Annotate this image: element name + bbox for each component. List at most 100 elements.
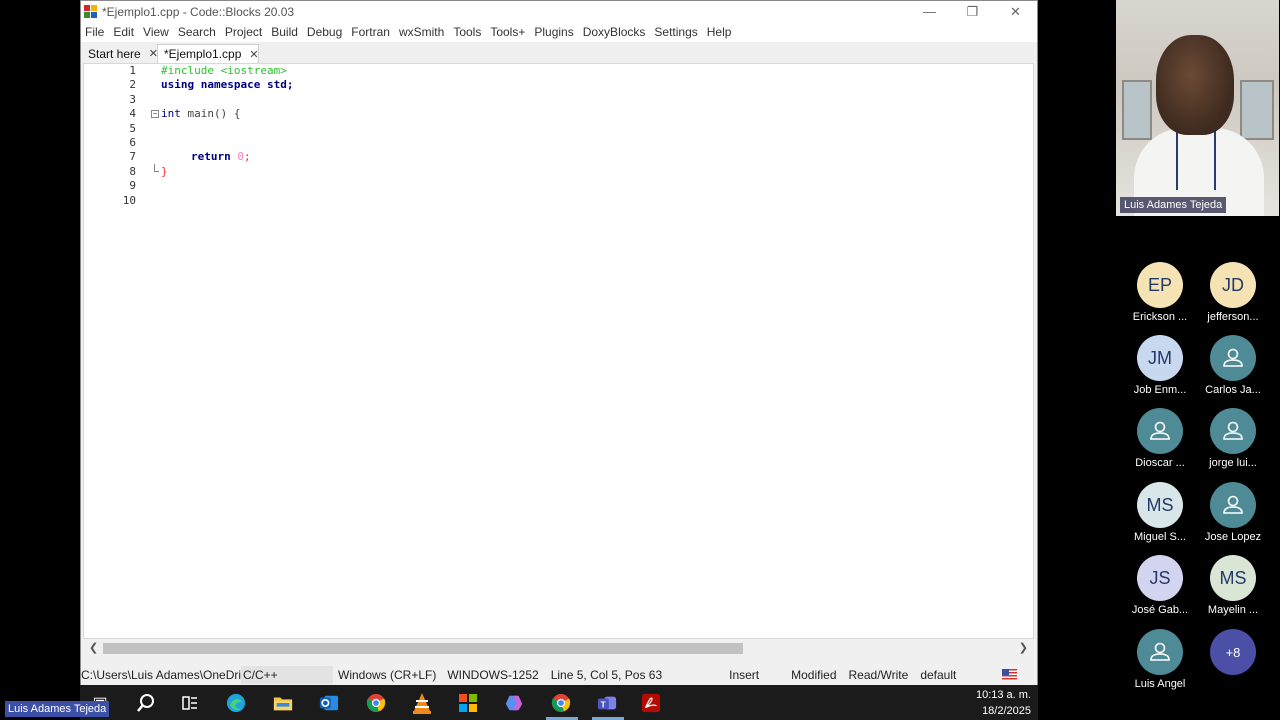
person-icon (1137, 408, 1183, 454)
codeblocks-app-icon (84, 5, 97, 18)
participant-tile[interactable]: JM Job Enm... (1128, 335, 1192, 396)
menu-edit[interactable]: Edit (109, 25, 139, 39)
status-bar: C:\Users\Luis Adames\OneDri... C/C++ Win… (81, 665, 1037, 685)
vlc-icon[interactable] (412, 693, 432, 714)
scroll-right-icon[interactable]: ❯ (1019, 641, 1028, 654)
code-text-area[interactable]: #include <iostream> using namespace std;… (161, 64, 1033, 638)
menu-doxyblocks[interactable]: DoxyBlocks (579, 25, 651, 39)
menu-search[interactable]: Search (174, 25, 221, 39)
tab-label: *Ejemplo1.cpp (164, 47, 242, 61)
person-icon (1210, 482, 1256, 528)
participant-name: Dioscar ... (1135, 457, 1185, 469)
participant-tile[interactable]: Luis Angel (1128, 629, 1192, 690)
menu-fortran[interactable]: Fortran (347, 25, 395, 39)
status-file-path: C:\Users\Luis Adames\OneDri... (81, 668, 241, 682)
system-clock[interactable]: 10:13 a. m. 18/2/2025 (976, 685, 1031, 719)
participant-name: José Gab... (1131, 604, 1189, 616)
participant-tile[interactable]: Dioscar ... (1128, 408, 1192, 469)
participant-initials: JS (1137, 555, 1183, 601)
menu-settings[interactable]: Settings (650, 25, 702, 39)
speaker-lanyard (1176, 130, 1216, 190)
code-line-2: using namespace std; (161, 78, 293, 92)
us-flag-icon (1002, 669, 1017, 680)
chrome-icon[interactable] (366, 693, 386, 713)
participant-tile[interactable]: Carlos Ja... (1201, 335, 1265, 396)
clock-time: 10:13 a. m. (975, 689, 1031, 701)
fold-end-marker (154, 164, 159, 172)
close-icon[interactable]: ✕ (994, 1, 1037, 22)
participant-name: Erickson ... (1132, 311, 1188, 323)
minimize-icon[interactable]: — (908, 1, 951, 22)
participant-name: Jose Lopez (1204, 531, 1262, 543)
edge-icon[interactable] (226, 693, 246, 713)
participant-tile[interactable]: MS Miguel S... (1128, 482, 1192, 543)
fold-collapse-icon[interactable]: − (151, 110, 159, 118)
acrobat-icon[interactable] (641, 693, 661, 713)
include-directive: #include <iostream> (161, 64, 287, 77)
file-explorer-icon[interactable] (273, 693, 293, 713)
semicolon: ; (244, 150, 251, 164)
tab-start-here[interactable]: Start here ✕ (82, 44, 158, 63)
participant-initials: EP (1137, 262, 1183, 308)
task-view-icon[interactable] (180, 693, 200, 713)
status-language: C/C++ (241, 666, 333, 684)
participant-tile[interactable]: EP Erickson ... (1128, 262, 1192, 323)
menu-tools-plus[interactable]: Tools+ (486, 25, 530, 39)
participant-tile[interactable]: MS Mayelin ... (1201, 555, 1265, 616)
line-number: 2 (129, 78, 136, 92)
tab-ejemplo1[interactable]: *Ejemplo1.cpp ✕ (157, 44, 259, 63)
search-icon[interactable] (136, 693, 156, 713)
restore-icon[interactable]: ❐ (951, 1, 994, 22)
status-profile: default (920, 668, 957, 682)
number-literal: 0 (237, 150, 244, 164)
keyword: int (161, 107, 181, 121)
outlook-icon[interactable] (319, 693, 339, 713)
office-icon[interactable] (458, 693, 478, 713)
code-editor[interactable]: 1 2 3 4 5 6 7 8 9 10 − #include <iostrea… (83, 63, 1034, 639)
menu-plugins[interactable]: Plugins (530, 25, 578, 39)
scroll-thumb[interactable] (103, 643, 743, 654)
more-participants-button[interactable]: +8 (1201, 629, 1265, 675)
copilot-icon[interactable] (504, 693, 524, 713)
status-encoding: WINDOWS-1252 (447, 668, 539, 682)
participant-name: Job Enm... (1133, 384, 1187, 396)
menu-help[interactable]: Help (703, 25, 737, 39)
menu-build[interactable]: Build (267, 25, 303, 39)
participant-tile[interactable]: Jose Lopez (1201, 482, 1265, 543)
participant-tile[interactable]: jorge lui... (1201, 408, 1265, 469)
menu-debug[interactable]: Debug (303, 25, 347, 39)
line-number: 10 (122, 193, 136, 207)
namespace-name: std; (260, 78, 294, 92)
menu-project[interactable]: Project (221, 25, 267, 39)
line-number: 1 (129, 64, 136, 77)
menu-wxsmith[interactable]: wxSmith (395, 25, 449, 39)
close-tab-icon[interactable]: ✕ (249, 48, 258, 61)
title-bar[interactable]: *Ejemplo1.cpp - Code::Blocks 20.03 — ❐ ✕ (81, 1, 1037, 22)
speaker-face (1156, 35, 1234, 135)
menu-file[interactable]: File (81, 25, 109, 39)
tab-label: Start here (88, 46, 141, 61)
keyword: using namespace (161, 78, 261, 92)
status-line-endings: Windows (CR+LF) (338, 668, 437, 682)
menu-bar: File Edit View Search Project Build Debu… (81, 22, 1037, 42)
status-mode: Insert (729, 668, 760, 682)
background-window (1240, 80, 1274, 140)
participant-name: Luis Angel (1134, 678, 1186, 690)
teams-icon[interactable]: T (597, 693, 617, 713)
participant-name: Miguel S... (1134, 531, 1186, 543)
window-title: *Ejemplo1.cpp - Code::Blocks 20.03 (102, 4, 295, 19)
chrome-icon-2[interactable] (551, 693, 571, 713)
menu-tools[interactable]: Tools (449, 25, 486, 39)
function-signature: main() { (180, 107, 241, 121)
scroll-left-icon[interactable]: ❮ (89, 641, 98, 654)
participant-name: Carlos Ja... (1205, 384, 1261, 396)
participant-initials: JD (1210, 262, 1256, 308)
background-window (1122, 80, 1152, 140)
participant-tile[interactable]: JS José Gab... (1128, 555, 1192, 616)
codeblocks-window: *Ejemplo1.cpp - Code::Blocks 20.03 — ❐ ✕… (80, 0, 1038, 685)
horizontal-scrollbar[interactable]: ❮ ❯ (83, 640, 1034, 657)
speaker-name-label: Luis Adames Tejeda (1120, 197, 1227, 213)
participant-tile[interactable]: JD jefferson... (1201, 262, 1265, 323)
code-line-1: #include <iostream> (161, 64, 287, 78)
menu-view[interactable]: View (139, 25, 174, 39)
